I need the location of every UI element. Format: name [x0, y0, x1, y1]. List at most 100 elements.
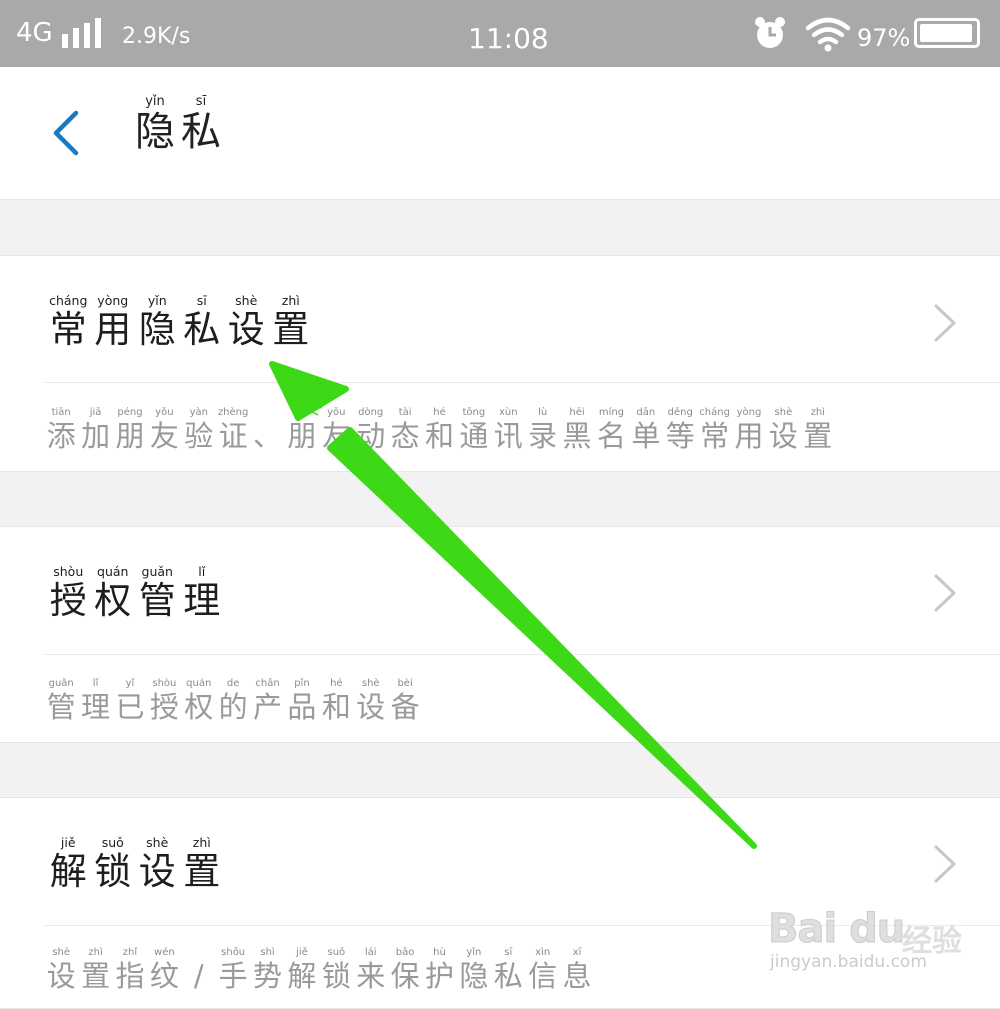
glyph: hēi 黑	[560, 406, 594, 453]
glyph: yǒu 友	[319, 406, 353, 453]
hanzi: 置	[81, 959, 111, 993]
glyph: yòng 用	[91, 294, 136, 352]
glyph: lǐ 理	[180, 565, 225, 623]
hanzi: 产	[253, 690, 283, 724]
pinyin: tōng	[462, 407, 486, 418]
glyph: shòu 授	[46, 565, 91, 623]
hanzi: 常	[49, 308, 87, 351]
pinyin: bèi	[397, 678, 413, 689]
glyph: quán 权	[91, 565, 136, 623]
glyph: yòng 用	[732, 406, 766, 453]
pinyin: shòu	[53, 564, 84, 579]
glyph: /	[182, 946, 216, 993]
hanzi: 备	[390, 690, 420, 724]
network-type: 4G	[16, 18, 53, 48]
glyph: yǐ 已	[113, 677, 147, 724]
pinyin: suǒ	[327, 947, 346, 958]
glyph: 朋	[285, 406, 319, 453]
hanzi: 设	[768, 419, 798, 453]
chevron-right-icon	[934, 304, 956, 342]
glyph: shè 设	[354, 677, 388, 724]
glyph: yǐn 隐	[132, 94, 178, 156]
pinyin: yòng	[97, 293, 129, 308]
hanzi: 指	[115, 959, 145, 993]
glyph: yàn 验	[182, 406, 216, 453]
pinyin: yǐn	[466, 947, 482, 958]
hanzi: 名	[596, 419, 626, 453]
hanzi: 态	[390, 419, 420, 453]
setting-title: cháng 常 yòng 用 yǐn 隐 sī 私 shè 设 zhì 置	[46, 294, 313, 352]
glyph: yǐn 隐	[135, 294, 180, 352]
hanzi: 用	[94, 308, 132, 351]
glyph: suǒ 锁	[91, 836, 136, 894]
chevron-right-icon	[934, 845, 956, 883]
pinyin: zhì	[281, 293, 300, 308]
glyph: děng 等	[663, 406, 697, 453]
hanzi: 势	[253, 959, 283, 993]
glyph: cháng 常	[46, 294, 91, 352]
pinyin: lǐ	[92, 678, 99, 689]
watermark-url: jingyan.baidu.com	[770, 952, 927, 972]
pinyin: jiě	[296, 947, 308, 958]
pinyin: tiān	[51, 407, 71, 418]
back-button[interactable]	[40, 105, 92, 161]
glyph: zhǐ 指	[113, 946, 147, 993]
glyph: pǐn 品	[285, 677, 319, 724]
hanzi: 权	[184, 690, 214, 724]
hanzi: 私	[183, 308, 221, 351]
hanzi: 解	[49, 850, 87, 893]
pinyin: pǐn	[294, 678, 310, 689]
hanzi: 置	[183, 850, 221, 893]
pinyin: míng	[598, 407, 625, 418]
glyph: guǎn 管	[135, 565, 180, 623]
hanzi: 证	[218, 419, 248, 453]
hanzi: 理	[183, 579, 221, 622]
glyph: shè 设	[766, 406, 800, 453]
glyph: zhì 置	[180, 836, 225, 894]
pinyin: xī	[572, 947, 582, 958]
setting-common-privacy[interactable]: cháng 常 yòng 用 yǐn 隐 sī 私 shè 设 zhì 置 tiān 添 jiā 加 péng…	[0, 255, 1000, 472]
glyph: xī 息	[560, 946, 594, 993]
chevron-right-icon	[934, 574, 956, 612]
battery-icon	[914, 18, 980, 48]
hanzi: 常	[700, 419, 730, 453]
pinyin: hé	[433, 407, 446, 418]
pinyin: sī	[195, 94, 207, 109]
pinyin: yǐn	[145, 94, 165, 109]
hanzi: 动	[356, 419, 386, 453]
chevron-left-icon	[53, 110, 79, 156]
pinyin: cháng	[49, 293, 88, 308]
glyph: hé 和	[422, 406, 456, 453]
hanzi: 单	[631, 419, 661, 453]
setting-authorization[interactable]: shòu 授 quán 权 guǎn 管 lǐ 理 guǎn 管 lǐ 理 yǐ 已 shòu 授 quán 权…	[0, 526, 1000, 743]
glyph: hù 护	[422, 946, 456, 993]
pinyin: quán	[97, 564, 129, 579]
hanzi: 隐	[459, 959, 489, 993]
glyph: tōng 通	[457, 406, 491, 453]
pinyin	[197, 946, 200, 960]
alarm-icon	[755, 17, 785, 48]
glyph: xìn 信	[525, 946, 559, 993]
pinyin: zhǐ	[122, 947, 138, 958]
hanzi: 加	[81, 419, 111, 453]
glyph: míng 名	[594, 406, 628, 453]
glyph: yǐn 隐	[457, 946, 491, 993]
hanzi: /	[193, 959, 204, 993]
glyph: shì 势	[250, 946, 284, 993]
glyph: jiě 解	[285, 946, 319, 993]
hanzi: 保	[390, 959, 420, 993]
clock: 11:08	[468, 22, 549, 55]
hanzi: 管	[46, 690, 76, 724]
glyph: bèi 备	[388, 677, 422, 724]
pinyin: shè	[774, 407, 793, 418]
pinyin: yàn	[189, 407, 208, 418]
pinyin: hé	[330, 678, 343, 689]
hanzi: 友	[321, 419, 351, 453]
battery-percent: 97%	[857, 24, 911, 52]
hanzi: 护	[424, 959, 454, 993]
glyph: shòu 授	[147, 677, 181, 724]
pinyin: wén	[154, 947, 175, 958]
hanzi: 隐	[138, 308, 176, 351]
hanzi: 来	[356, 959, 386, 993]
pinyin: guǎn	[141, 564, 173, 579]
